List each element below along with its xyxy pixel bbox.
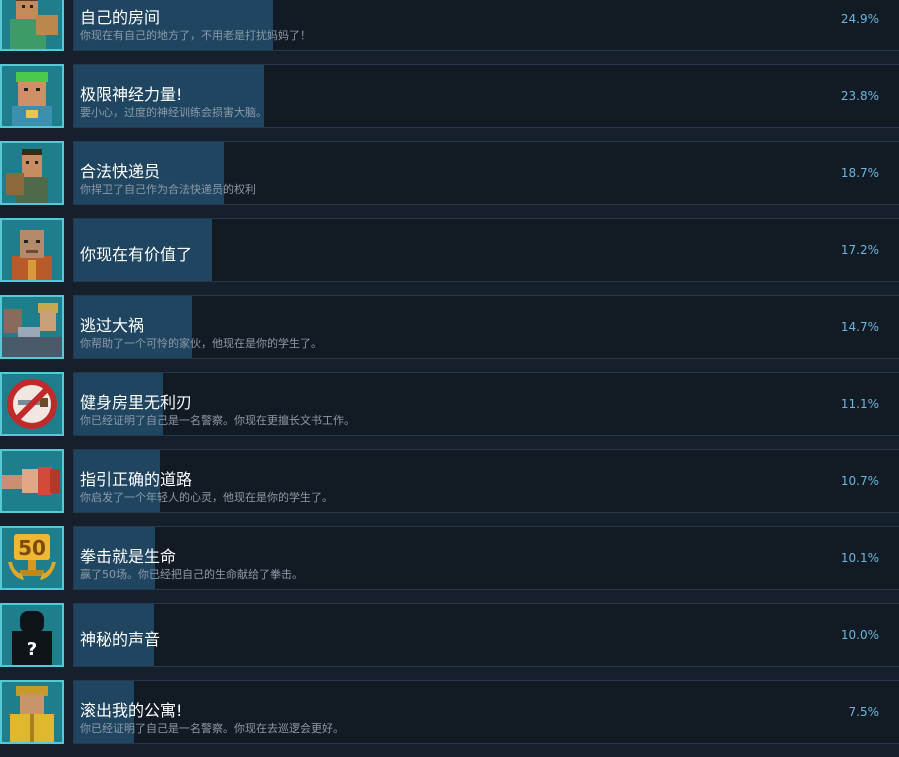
achievement-row: 指引正确的道路你启发了一个年轻人的心灵，他现在是你的学生了。 10.7% [0, 449, 899, 514]
unlock-percent: 18.7% [840, 166, 879, 180]
achievement-title: 健身房里无利刃 [80, 393, 193, 412]
achievement-card: 极限神经力量! 要小心，过度的神经训练会损害大脑。 23.8% [73, 64, 899, 128]
achievement-card: 神秘的声音 10.0% [73, 603, 899, 667]
achievement-title: 逃过大祸 [80, 316, 145, 335]
svg-text:50: 50 [18, 536, 46, 560]
unlock-percent: 7.5% [848, 705, 880, 719]
achievement-title: 指引正确的道路 [80, 470, 193, 489]
achievement-title: 神秘的声音 [80, 630, 161, 649]
achievement-title: 滚出我的公寓! [80, 701, 183, 720]
achievement-row: 50 拳击就是生命赢了50场。你已经把自己的生命献给了拳击。 10.1% [0, 526, 899, 591]
achievement-card: 逃过大祸你帮助了一个可怜的家伙，他现在是你的学生了。 14.7% [73, 295, 899, 359]
unlock-percent: 11.1% [840, 397, 879, 411]
achievement-card: 你现在有价值了 17.2% [73, 218, 899, 282]
achievement-title: 合法快递员 [80, 162, 161, 181]
achievement-card: 指引正确的道路你启发了一个年轻人的心灵，他现在是你的学生了。 10.7% [73, 449, 899, 513]
achievement-list: 自己的房间你现在有自己的地方了，不用老是打扰妈妈了！ 24.9% 极限神经力量! 要小… [0, 0, 899, 757]
unlock-percent: 14.7% [840, 320, 879, 334]
achievement-title: 自己的房间 [80, 8, 161, 27]
achievement-row: 健身房里无利刃你已经证明了自己是一名警察。你现在更擅长文书工作。 11.1% [0, 372, 899, 437]
man-with-bag-icon [0, 0, 64, 51]
bald-man-icon [0, 218, 64, 282]
achievement-description: 赢了50场。你已经把自己的生命献给了拳击。 [80, 568, 303, 581]
achievement-title: 拳击就是生命 [80, 547, 177, 566]
achievement-description: 你捍卫了自己作为合法快递员的权利 [80, 183, 256, 196]
fist-punch-icon [0, 449, 64, 513]
achievement-row: 合法快递员你捍卫了自己作为合法快递员的权利 18.7% [0, 141, 899, 206]
achievement-row: 自己的房间你现在有自己的地方了，不用老是打扰妈妈了！ 24.9% [0, 0, 899, 52]
unlock-percent: 23.8% [840, 89, 879, 103]
achievement-description: 你帮助了一个可怜的家伙，他现在是你的学生了。 [80, 337, 322, 350]
unlock-percent: 10.0% [840, 628, 879, 642]
achievement-row: 极限神经力量! 要小心，过度的神经训练会损害大脑。 23.8% [0, 64, 899, 129]
achievement-row: 你现在有价值了 17.2% [0, 218, 899, 283]
achievement-description: 要小心，过度的神经训练会损害大脑。 [80, 106, 267, 119]
achievement-card: 健身房里无利刃你已经证明了自己是一名警察。你现在更擅长文书工作。 11.1% [73, 372, 899, 436]
achievement-title: 极限神经力量! [80, 85, 183, 104]
group-of-people-icon [0, 295, 64, 359]
man-in-raincoat-icon [0, 680, 64, 744]
unlock-percent: 24.9% [840, 12, 879, 26]
green-haired-man-icon [0, 64, 64, 128]
achievement-card: 合法快递员你捍卫了自己作为合法快递员的权利 18.7% [73, 141, 899, 205]
achievement-card: 滚出我的公寓! 你已经证明了自己是一名警察。你现在去巡逻会更好。 7.5% [73, 680, 899, 744]
achievement-row: 滚出我的公寓! 你已经证明了自己是一名警察。你现在去巡逻会更好。 7.5% [0, 680, 899, 745]
achievement-title: 你现在有价值了 [80, 245, 193, 264]
svg-text:?: ? [27, 639, 37, 660]
achievement-description: 你已经证明了自己是一名警察。你现在去巡逻会更好。 [80, 722, 344, 735]
unlock-percent: 10.1% [840, 551, 879, 565]
achievement-card: 拳击就是生命赢了50场。你已经把自己的生命献给了拳击。 10.1% [73, 526, 899, 590]
unlock-percent: 10.7% [840, 474, 879, 488]
achievement-row: ? 神秘的声音 10.0% [0, 603, 899, 668]
achievement-card: 自己的房间你现在有自己的地方了，不用老是打扰妈妈了！ 24.9% [73, 0, 899, 51]
achievement-description: 你已经证明了自己是一名警察。你现在更擅长文书工作。 [80, 414, 355, 427]
achievement-description: 你启发了一个年轻人的心灵，他现在是你的学生了。 [80, 491, 333, 504]
courier-with-bag-icon [0, 141, 64, 205]
no-knife-icon [0, 372, 64, 436]
achievement-row: 逃过大祸你帮助了一个可怜的家伙，他现在是你的学生了。 14.7% [0, 295, 899, 360]
mystery-silhouette-icon: ? [0, 603, 64, 667]
unlock-percent: 17.2% [840, 243, 879, 257]
achievement-description: 你现在有自己的地方了，不用老是打扰妈妈了！ [80, 29, 311, 42]
fifty-trophy-icon: 50 [0, 526, 64, 590]
